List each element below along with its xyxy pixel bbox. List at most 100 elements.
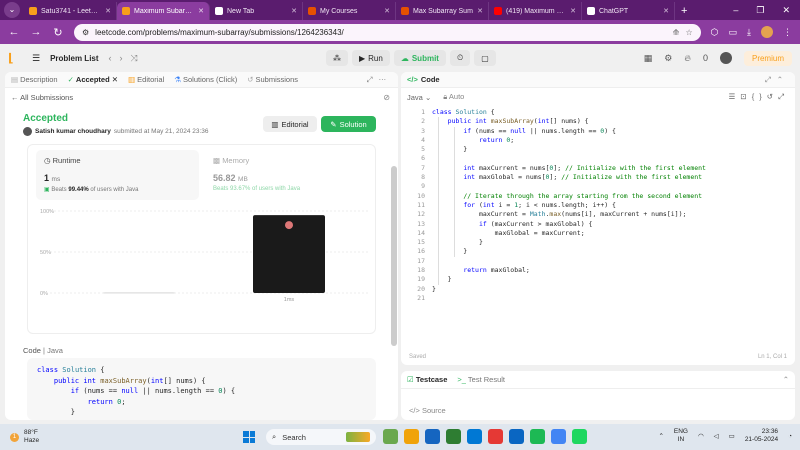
bookmark-star-icon[interactable]: ☆ (685, 28, 692, 37)
user-avatar[interactable] (719, 52, 732, 64)
site-info-icon[interactable]: ⚙ (82, 28, 89, 37)
spotify-icon[interactable] (572, 429, 587, 444)
runtime-bar-selected[interactable] (253, 215, 325, 293)
browser-tab[interactable]: Maximum Subarray ✕ (117, 2, 210, 20)
tab-test-result[interactable]: >_ Test Result (457, 375, 505, 384)
profile-avatar[interactable] (761, 26, 773, 38)
tray-overflow-icon[interactable]: ⌃ (658, 432, 663, 440)
volume-icon[interactable]: ◁ (714, 432, 719, 440)
sidebar-icon[interactable]: ▭ (729, 27, 738, 38)
new-tab-icon[interactable]: + (681, 5, 687, 17)
close-tab-icon[interactable]: ✕ (291, 7, 297, 15)
leetcode-header: ⌊ ☰ Problem List ‹›⤨ ⁂ ▶ Run ☁ Submit ⏲ ▢ … (0, 44, 800, 72)
panel-expand-icon[interactable]: ⤢⋯ (367, 75, 393, 85)
fullscreen-icon[interactable]: ⤢ (778, 92, 789, 101)
close-tab-icon[interactable]: ✕ (384, 7, 390, 15)
tab-description[interactable]: ▤ Description (11, 75, 58, 84)
wifi-icon[interactable]: ◠ (698, 432, 704, 440)
edge-icon[interactable] (488, 429, 503, 444)
widgets-app-icon[interactable] (383, 429, 398, 444)
layout-icon[interactable]: ▦ (644, 53, 653, 64)
browser-tab[interactable]: New Tab ✕ (210, 2, 303, 20)
submitted-code-preview[interactable]: class Solution { public int maxSubArray(… (27, 358, 376, 420)
file-explorer-icon[interactable] (404, 429, 419, 444)
format-icon[interactable]: ☰ (729, 92, 741, 101)
close-tab-icon[interactable]: ✕ (198, 7, 204, 15)
problem-list-icon[interactable]: ☰ (32, 53, 40, 64)
tab-testcase[interactable]: ☑ Testcase (407, 375, 447, 384)
memory-box[interactable]: ▩ Memory 56.82 MB Beats 93.67% of users … (213, 150, 363, 200)
settings-icon[interactable]: ⚙ (664, 53, 672, 64)
windows-start-icon[interactable] (243, 431, 255, 443)
close-window-icon[interactable]: ✕ (782, 5, 790, 16)
browser-tab[interactable]: Max Subarray Sum ✕ (396, 2, 489, 20)
notification-icon[interactable]: ◔ (788, 433, 792, 440)
code-editor[interactable]: 1 2 3 4 5 6 7 8 9 10 11 12 13 14 15 16 17 18 19 20 21 class … (401, 108, 795, 340)
bookmark-icon[interactable]: ⊡ (740, 92, 751, 101)
menu-kebab-icon[interactable]: ⋮ (783, 27, 792, 38)
input-language[interactable]: ENG IN (674, 428, 688, 444)
extension-icon[interactable]: ⬡ (711, 27, 719, 38)
tab-search-icon[interactable]: ⌄ (4, 2, 20, 18)
maximize-icon[interactable]: ❐ (756, 5, 764, 16)
browser-tab[interactable]: ChatGPT ✕ (582, 2, 675, 20)
submit-button[interactable]: ☁ Submit (393, 50, 446, 66)
problem-list-link[interactable]: Problem List (50, 54, 98, 63)
problem-nav-arrows[interactable]: ‹›⤨ (109, 53, 146, 64)
auto-mode-toggle[interactable]: 🔒︎ Auto (443, 92, 464, 102)
back-icon[interactable]: ← (8, 26, 20, 38)
close-tab-icon[interactable]: ✕ (663, 7, 669, 15)
battery-icon[interactable]: ▭ (729, 432, 735, 440)
left-panel-scrollbar[interactable] (391, 166, 397, 346)
language-select[interactable]: Java ⌄ (407, 93, 431, 102)
close-tab-icon[interactable]: ✕ (570, 7, 576, 15)
code-panel-window-icons[interactable]: ⤢⌃ (765, 75, 789, 85)
url-input[interactable]: ⚙ leetcode.com/problems/maximum-subarray… (74, 23, 701, 41)
solution-button[interactable]: ✎ Solution (321, 116, 376, 132)
weather-widget[interactable]: 1 88°F Haze (10, 429, 39, 445)
tab-solutions[interactable]: ⚗ Solutions (Click) (174, 75, 237, 84)
tab-editorial[interactable]: ▥ Editorial (128, 75, 164, 84)
braces-icon[interactable]: {} (752, 92, 767, 101)
tab-submissions[interactable]: ↺ Submissions (247, 75, 298, 84)
taskbar-search[interactable]: ⌕ Search (266, 429, 376, 445)
timer-icon[interactable]: ⏲ (449, 50, 471, 66)
translate-icon[interactable]: ⟰ (673, 28, 680, 37)
reset-icon[interactable]: ↺ (767, 92, 778, 101)
streak-icon[interactable]: 🔥︎ (684, 53, 691, 64)
debug-icon[interactable]: ⁂ (326, 50, 348, 66)
editorial-button[interactable]: ▥ Editorial (263, 116, 317, 132)
leetcode-logo[interactable]: ⌊ (8, 51, 22, 65)
clock-icon: ◷ (44, 156, 51, 165)
download-icon[interactable]: ⤓ (747, 27, 751, 38)
photos-icon[interactable] (509, 429, 524, 444)
author-name[interactable]: Satish kumar choudhary (35, 128, 111, 135)
store-icon[interactable] (446, 429, 461, 444)
runtime-bar[interactable] (103, 292, 175, 294)
close-tab-icon[interactable]: ✕ (105, 7, 111, 15)
browser-tab[interactable]: My Courses ✕ (303, 2, 396, 20)
run-button[interactable]: ▶ Run (352, 50, 390, 66)
share-link-icon[interactable]: ⊘ (383, 93, 390, 102)
close-tab-icon[interactable]: ✕ (112, 75, 118, 84)
collapse-icon[interactable]: ⌃ (783, 375, 789, 384)
premium-button[interactable]: Premium (743, 50, 792, 66)
y-tick-label: 0% (40, 291, 48, 297)
browser-tab[interactable]: Satu3741 - LeetCode ✕ (24, 2, 117, 20)
reload-icon[interactable]: ↻ (52, 26, 64, 39)
runtime-label: ◷ Runtime (44, 156, 81, 165)
all-submissions-link[interactable]: ← All Submissions (11, 93, 73, 102)
chrome-icon[interactable] (530, 429, 545, 444)
tab-accepted[interactable]: ✓ Accepted ✕ (68, 75, 118, 84)
close-tab-icon[interactable]: ✕ (477, 7, 483, 15)
browser-tab[interactable]: (419) Maximum Sub ✕ (489, 2, 582, 20)
source-toggle[interactable]: </> Source (409, 406, 446, 415)
mail-icon[interactable] (425, 429, 440, 444)
minimize-icon[interactable]: – (733, 5, 738, 16)
linkedin-icon[interactable] (467, 429, 482, 444)
vscode-icon[interactable] (551, 429, 566, 444)
runtime-box[interactable]: ◷ Runtime 1 ms ▣ Beats 99.44% of users w… (36, 150, 199, 200)
clock[interactable]: 23:36 21-05-2024 (745, 428, 778, 444)
forward-icon[interactable]: → (30, 26, 42, 38)
notes-icon[interactable]: ▢ (474, 50, 496, 66)
